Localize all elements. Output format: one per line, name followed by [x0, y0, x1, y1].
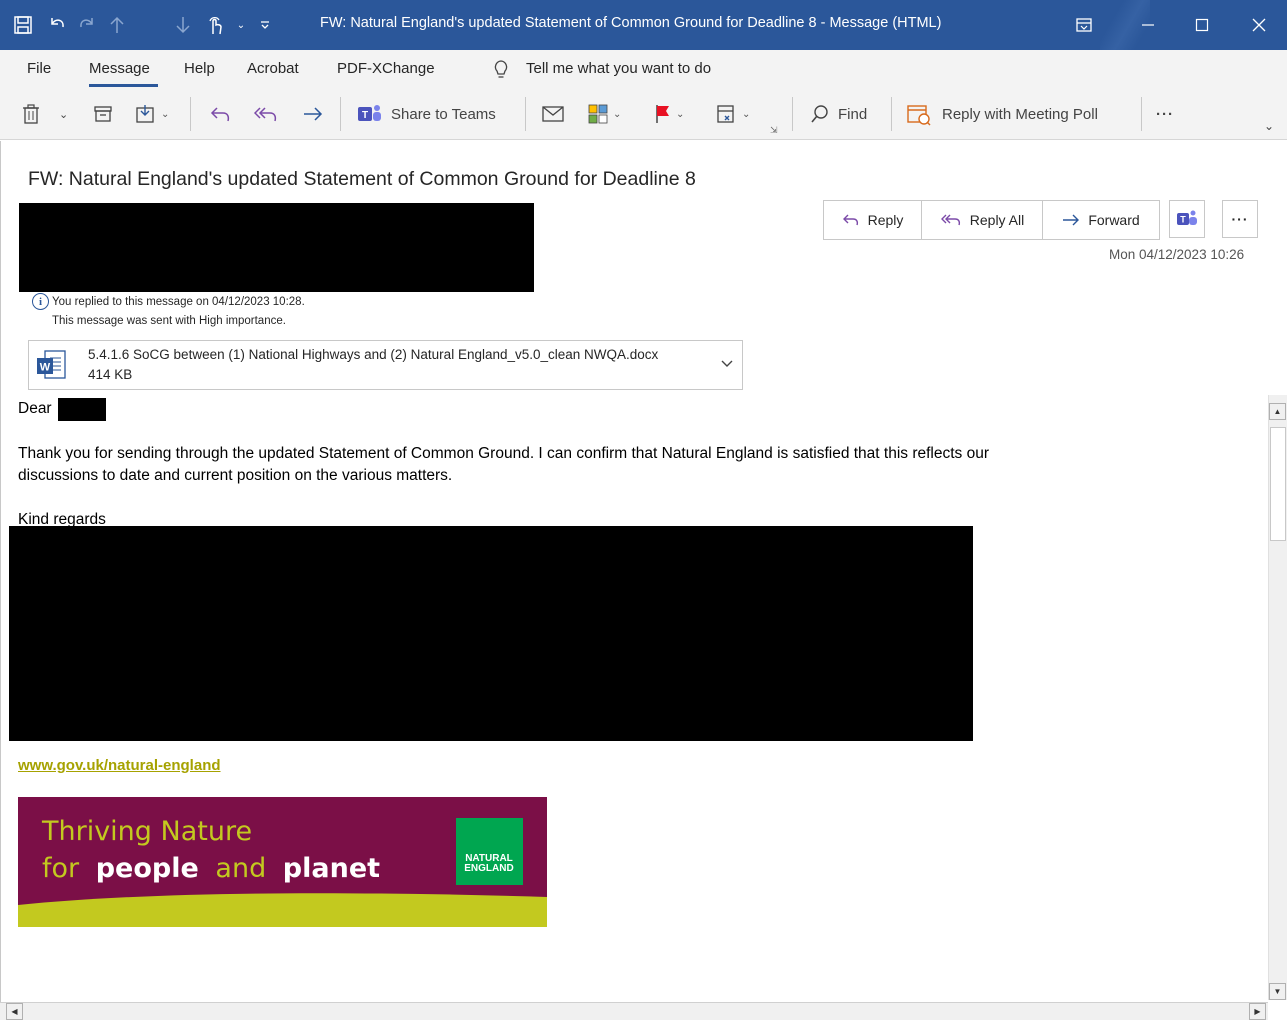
horizontal-scrollbar[interactable]	[0, 1002, 1268, 1020]
forward-icon[interactable]	[302, 100, 324, 128]
attachment-card[interactable]: W 5.4.1.6 SoCG between (1) National High…	[28, 340, 743, 390]
share-to-teams-label: Share to Teams	[391, 105, 496, 123]
banner-word-planet: planet	[283, 853, 380, 884]
active-tab-indicator	[89, 84, 158, 87]
chevron-down-icon[interactable]: ⌄	[228, 12, 254, 38]
search-icon	[811, 105, 828, 123]
menu-message[interactable]: Message	[89, 60, 150, 77]
up-arrow-icon[interactable]	[104, 12, 130, 38]
attachment-name: 5.4.1.6 SoCG between (1) National Highwa…	[88, 347, 659, 362]
menu-pdf-xchange[interactable]: PDF-XChange	[337, 60, 435, 77]
svg-text:W: W	[40, 362, 51, 374]
dialog-launcher-icon[interactable]: ⇲	[770, 116, 778, 144]
reply-label: Reply	[867, 212, 904, 228]
undo-icon[interactable]	[44, 12, 70, 38]
redacted-recipient-name	[58, 398, 106, 421]
svg-text:T: T	[362, 110, 368, 121]
natural-england-logo: NATURAL ENGLAND	[456, 818, 523, 885]
message-timestamp: Mon 04/12/2023 10:26	[1109, 247, 1245, 262]
down-arrow-icon[interactable]	[170, 12, 196, 38]
banner-word-and: and	[215, 853, 266, 884]
menu-acrobat[interactable]: Acrobat	[247, 60, 299, 77]
natural-england-banner: Thriving Nature for people and planet NA…	[18, 797, 547, 927]
categorize-icon[interactable]: ⌄	[587, 100, 621, 128]
banner-word-for: for	[42, 853, 80, 884]
mark-unread-icon[interactable]	[541, 100, 565, 128]
reply-button[interactable]: Reply	[824, 201, 922, 239]
svg-text:T: T	[1180, 215, 1186, 225]
natural-england-link[interactable]: www.gov.uk/natural-england	[18, 757, 221, 774]
forward-arrow-icon	[1063, 214, 1080, 226]
menu-bar: File Message Help Acrobat PDF-XChange Te…	[0, 50, 1287, 88]
tell-me-search[interactable]: Tell me what you want to do	[526, 60, 711, 77]
lightbulb-icon	[493, 59, 509, 84]
ribbon-display-options-icon[interactable]	[1071, 12, 1097, 38]
redacted-signature-block	[9, 526, 973, 741]
reply-all-label: Reply All	[969, 212, 1025, 228]
redacted-sender-block	[19, 203, 534, 292]
more-commands-button[interactable]: ···	[1156, 100, 1174, 128]
ribbon: ⌄ ⌄ T Share to Teams ⌄ ⌄ ⌄ ⇲ Find Reply …	[0, 88, 1287, 140]
find-button[interactable]: Find	[810, 100, 867, 128]
reply-all-arrow-icon	[940, 214, 960, 226]
maximize-button[interactable]	[1179, 0, 1225, 50]
chevron-down-icon[interactable]	[719, 355, 735, 371]
save-icon[interactable]	[10, 12, 36, 38]
delete-icon[interactable]	[22, 100, 40, 128]
reply-arrow-icon	[842, 214, 858, 226]
message-subject: FW: Natural England's updated Statement …	[28, 168, 696, 190]
scroll-down-arrow-icon[interactable]: ▼	[1269, 983, 1286, 1000]
title-bar: ⌄ FW: Natural England's updated Statemen…	[0, 0, 1287, 50]
reply-with-meeting-poll-label: Reply with Meeting Poll	[942, 105, 1098, 123]
banner-word-people: people	[96, 853, 199, 884]
follow-up-icon[interactable]: ⌄	[716, 100, 750, 128]
forward-button[interactable]: Forward	[1043, 201, 1159, 239]
touch-mode-icon[interactable]	[202, 12, 228, 38]
scroll-right-arrow-icon[interactable]: ▶	[1249, 1003, 1266, 1020]
meeting-poll-icon	[907, 105, 931, 126]
redo-icon[interactable]	[74, 12, 100, 38]
close-button[interactable]	[1236, 0, 1282, 50]
expand-ribbon-chevron-icon[interactable]: ⌄	[1264, 112, 1274, 140]
attachment-size: 414 KB	[88, 367, 133, 382]
reply-icon[interactable]	[209, 100, 231, 128]
body-paragraph-line-1: Thank you for sending through the update…	[18, 445, 990, 462]
replied-info: You replied to this message on 04/12/202…	[52, 296, 305, 308]
forward-label: Forward	[1088, 212, 1140, 228]
teams-icon: T	[358, 105, 381, 121]
body-paragraph-line-2: discussions to date and current position…	[18, 467, 453, 484]
menu-file[interactable]: File	[27, 60, 51, 77]
teams-icon: T	[1177, 210, 1197, 225]
more-actions-button[interactable]: ···	[1222, 200, 1258, 238]
menu-help[interactable]: Help	[184, 60, 215, 77]
logo-line-2: ENGLAND	[464, 863, 513, 874]
scroll-left-arrow-icon[interactable]: ◀	[6, 1003, 23, 1020]
info-icon: i	[32, 293, 49, 310]
vertical-scroll-thumb[interactable]	[1270, 427, 1286, 541]
message-actions-group: Reply Reply All Forward	[823, 200, 1160, 240]
reply-with-meeting-poll-button[interactable]: Reply with Meeting Poll	[906, 100, 1098, 128]
minimize-button[interactable]	[1125, 0, 1171, 50]
find-label: Find	[838, 105, 868, 123]
greeting: Dear	[18, 400, 52, 417]
importance-info: This message was sent with High importan…	[52, 315, 286, 327]
move-icon[interactable]: ⌄	[135, 100, 169, 128]
scroll-up-arrow-icon[interactable]: ▲	[1269, 403, 1286, 420]
teams-chat-button[interactable]: T	[1169, 200, 1205, 238]
reply-all-icon[interactable]	[252, 100, 278, 128]
share-to-teams-button[interactable]: T Share to Teams	[357, 100, 496, 128]
delete-dropdown-chevron-icon[interactable]: ⌄	[59, 100, 68, 128]
reply-all-button[interactable]: Reply All	[922, 201, 1043, 239]
window-title: FW: Natural England's updated Statement …	[320, 15, 942, 31]
word-document-icon: W	[37, 350, 66, 379]
archive-icon[interactable]	[93, 100, 113, 128]
banner-line-1: Thriving Nature	[41, 816, 252, 847]
customize-toolbar-icon[interactable]	[252, 12, 278, 38]
flag-icon[interactable]: ⌄	[654, 100, 684, 128]
